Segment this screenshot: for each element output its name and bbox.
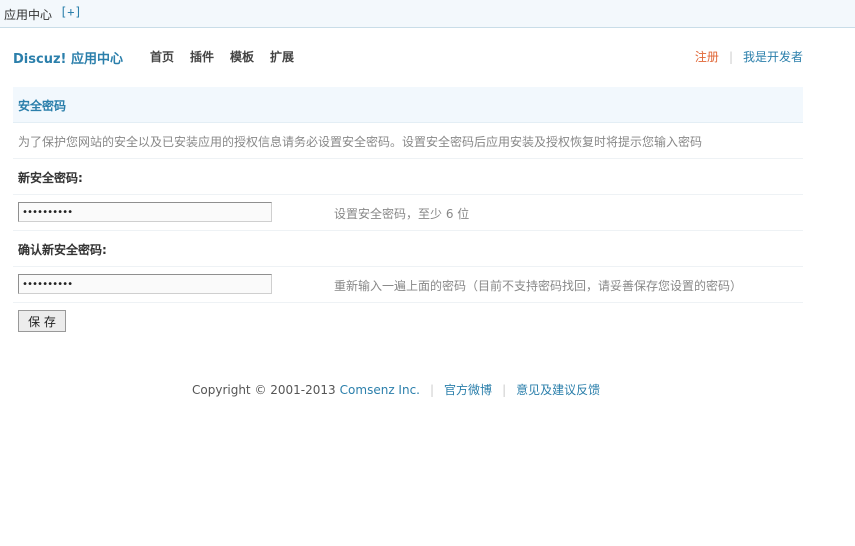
developer-link[interactable]: 我是开发者 <box>743 48 803 65</box>
footer-separator-2: | <box>502 382 507 397</box>
section-description: 为了保护您网站的安全以及已安装应用的授权信息请务必设置安全密码。设置安全密码后应… <box>13 123 803 159</box>
feedback-link[interactable]: 意见及建议反馈 <box>516 381 600 398</box>
nav-item-extensions[interactable]: 扩展 <box>270 48 294 65</box>
confirm-password-row: 重新输入一遍上面的密码（目前不支持密码找回，请妥善保存您设置的密码） <box>13 267 803 303</box>
section-title: 安全密码 <box>13 87 803 123</box>
main-nav: 首页 插件 模板 扩展 <box>150 48 294 65</box>
company-link[interactable]: Comsenz Inc. <box>340 383 420 397</box>
confirm-password-label: 确认新安全密码: <box>13 231 803 267</box>
confirm-password-input[interactable] <box>18 274 272 294</box>
nav-item-home[interactable]: 首页 <box>150 48 174 65</box>
weibo-link[interactable]: 官方微博 <box>444 381 492 398</box>
footer-separator-1: | <box>430 382 435 397</box>
new-password-row: 设置安全密码，至少 6 位 <box>13 195 803 231</box>
new-password-label: 新安全密码: <box>13 159 803 195</box>
new-password-input[interactable] <box>18 202 272 222</box>
header-user-links: 注册 | 我是开发者 <box>695 48 803 65</box>
brand-logo-link[interactable]: Discuz! 应用中心 <box>13 48 123 67</box>
confirm-password-hint: 重新输入一遍上面的密码（目前不支持密码找回，请妥善保存您设置的密码） <box>334 279 743 293</box>
copyright-text: Copyright © 2001-2013 <box>192 382 336 397</box>
save-button[interactable]: 保 存 <box>18 310 66 332</box>
security-password-panel: 安全密码 为了保护您网站的安全以及已安装应用的授权信息请务必设置安全密码。设置安… <box>13 87 803 332</box>
new-password-hint: 设置安全密码，至少 6 位 <box>334 207 470 221</box>
add-tab-button[interactable]: [+] <box>60 5 82 19</box>
header-separator: | <box>728 49 733 64</box>
app-center-title: 应用中心 <box>4 8 53 22</box>
footer: Copyright © 2001-2013 Comsenz Inc. | 官方微… <box>192 381 600 398</box>
register-link[interactable]: 注册 <box>695 48 719 65</box>
top-bar: 应用中心 [+] <box>0 0 855 28</box>
nav-item-templates[interactable]: 模板 <box>230 48 254 65</box>
nav-item-plugins[interactable]: 插件 <box>190 48 214 65</box>
